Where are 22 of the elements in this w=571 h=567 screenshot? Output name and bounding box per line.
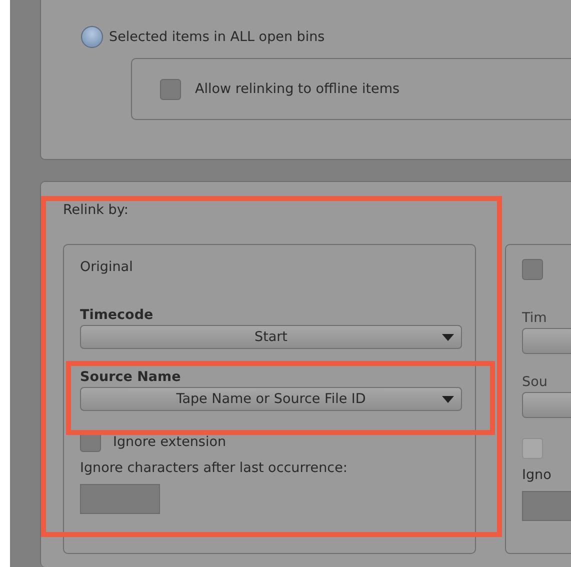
timecode-dropdown[interactable] [522, 328, 571, 354]
checkbox-label: Allow relinking to offline items [195, 81, 400, 97]
ignore-characters-label: Ignore characters after last occurrence: [80, 460, 348, 476]
checkbox-label: Ignore extension [113, 434, 226, 450]
checkbox[interactable] [522, 259, 543, 280]
checkbox[interactable] [522, 438, 543, 459]
timecode-dropdown[interactable]: Start [80, 325, 462, 349]
group-title: Original [80, 259, 134, 275]
input-field[interactable] [80, 484, 160, 514]
caret-icon [442, 334, 454, 341]
radio-button[interactable] [81, 26, 103, 48]
source-name-label: Sou [522, 374, 548, 390]
timecode-label: Tim [522, 310, 548, 326]
radio-label: Selected items in ALL open bins [109, 29, 325, 45]
ignore-characters-label: Igno [522, 467, 552, 483]
relink-by-label: Relink by: [63, 202, 130, 218]
timecode-label: Timecode [80, 307, 154, 323]
source-name-dropdown[interactable]: Tape Name or Source File ID [80, 387, 462, 411]
source-name-label: Source Name [80, 369, 182, 385]
caret-icon [442, 396, 454, 403]
checkbox[interactable] [160, 78, 181, 100]
source-name-dropdown[interactable] [522, 392, 571, 418]
